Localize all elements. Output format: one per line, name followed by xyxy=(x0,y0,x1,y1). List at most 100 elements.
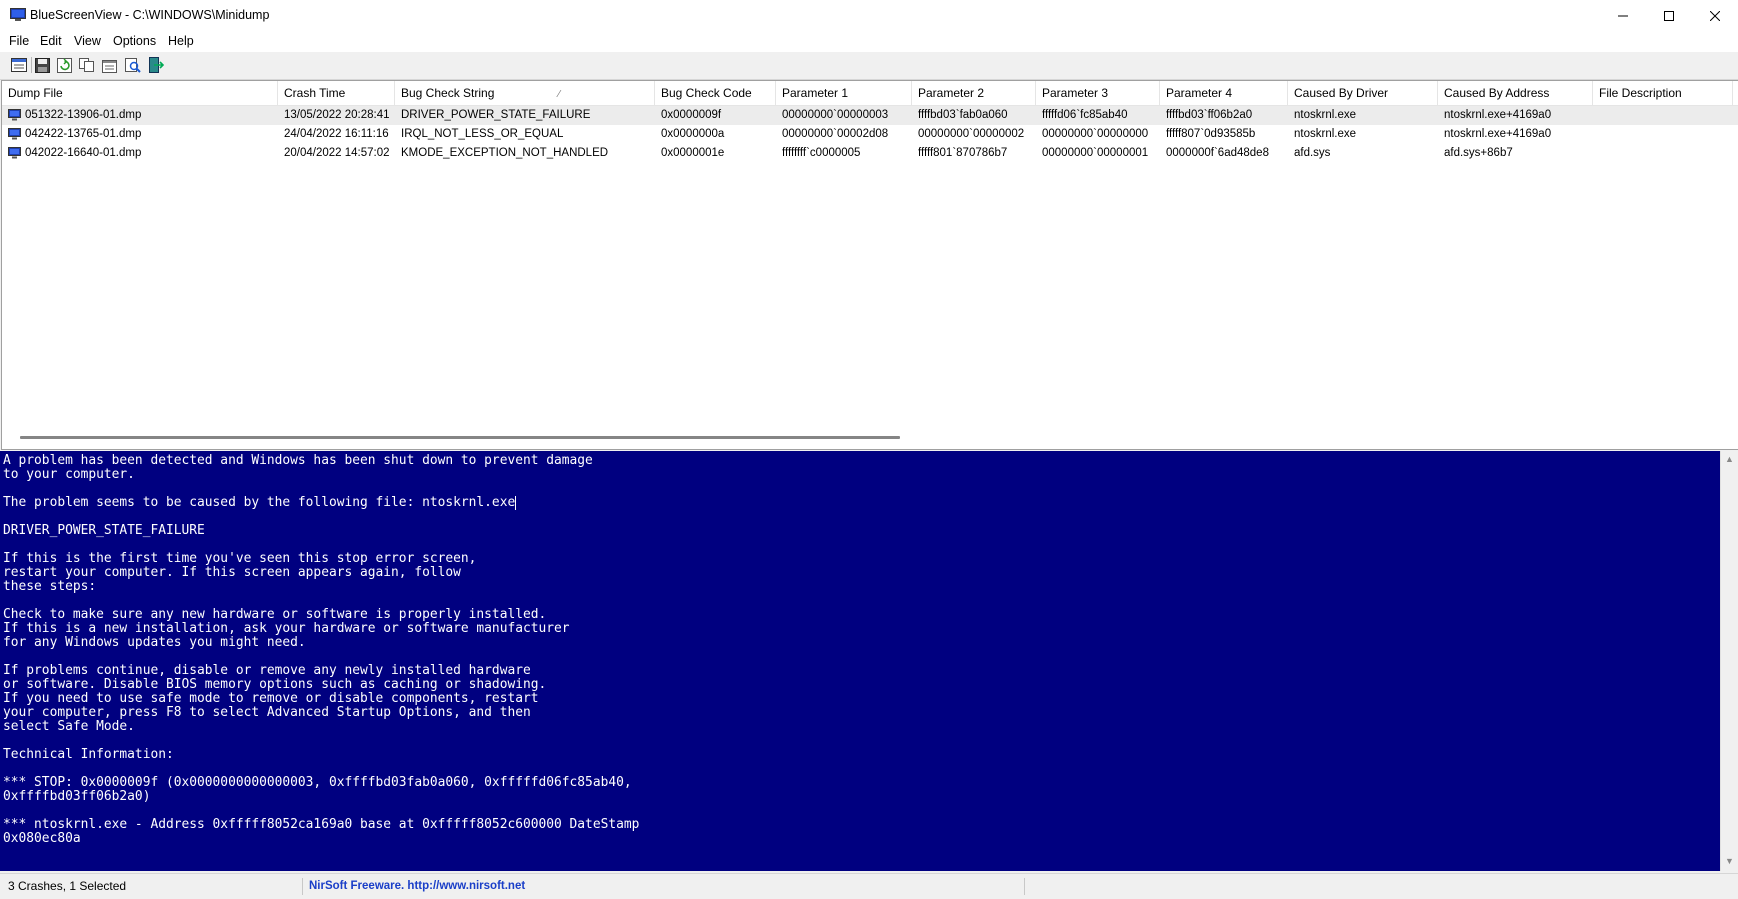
cell-bug-check-string: KMODE_EXCEPTION_NOT_HANDLED xyxy=(401,147,609,159)
window-title: BlueScreenView - C:\WINDOWS\Minidump xyxy=(30,8,270,22)
menu-file[interactable]: File xyxy=(9,34,29,48)
bsod-line: select Safe Mode. xyxy=(3,719,135,734)
status-crash-count: 3 Crashes, 1 Selected xyxy=(8,879,127,893)
column-header-caused-by-driver[interactable]: Caused By Driver xyxy=(1288,81,1438,105)
bsod-line: for any Windows updates you might need. xyxy=(3,635,306,650)
cell-bug-check-code: 0x0000009f xyxy=(661,109,722,121)
column-header-row: Dump File Crash Time Bug Check String ⁄ B… xyxy=(2,81,1738,106)
cell-dump-file: 051322-13906-01.dmp xyxy=(25,109,142,121)
bsod-line: *** STOP: 0x0000009f (0x0000000000000003… xyxy=(3,775,632,790)
dump-file-icon xyxy=(8,128,21,140)
cell-parameter-2: ffffbd03`fab0a060 xyxy=(918,109,1008,121)
bsod-text: A problem has been detected and Windows … xyxy=(0,451,1720,846)
exit-icon[interactable] xyxy=(147,56,165,74)
bsod-line: your computer, press F8 to select Advanc… xyxy=(3,705,531,720)
cell-parameter-3: 00000000`00000001 xyxy=(1042,147,1149,159)
column-header-parameter-1[interactable]: Parameter 1 xyxy=(776,81,912,105)
bsod-line: restart your computer. If this screen ap… xyxy=(3,565,461,580)
bsod-line: If you need to use safe mode to remove o… xyxy=(3,691,539,706)
horizontal-scrollbar[interactable] xyxy=(20,436,900,439)
cell-parameter-4: ffffbd03`ff06b2a0 xyxy=(1166,109,1253,121)
properties-icon[interactable] xyxy=(101,56,119,74)
sort-indicator-icon: ⁄ xyxy=(558,89,561,100)
maximize-button[interactable] xyxy=(1646,0,1692,32)
menu-options[interactable]: Options xyxy=(113,34,156,48)
bsod-line: If this is a new installation, ask your … xyxy=(3,621,570,636)
cell-parameter-1: 00000000`00000003 xyxy=(782,109,889,121)
bsod-line: The problem seems to be caused by the fo… xyxy=(3,495,516,510)
menu-bar: File Edit View Options Help xyxy=(0,32,1738,53)
cell-file-description xyxy=(1593,125,1733,144)
status-bar: 3 Crashes, 1 Selected NirSoft Freeware. … xyxy=(0,873,1738,899)
title-bar: BlueScreenView - C:\WINDOWS\Minidump xyxy=(0,0,1738,32)
bsod-line: Check to make sure any new hardware or s… xyxy=(3,607,547,622)
scroll-up-arrow-icon[interactable]: ▲ xyxy=(1725,454,1734,464)
column-header-bug-check-code[interactable]: Bug Check Code xyxy=(655,81,776,105)
cell-dump-file: 042022-16640-01.dmp xyxy=(25,147,142,159)
nirsoft-link[interactable]: NirSoft Freeware. http://www.nirsoft.net xyxy=(309,874,525,899)
bsod-vertical-scrollbar[interactable]: ▲ ▼ xyxy=(1720,451,1738,871)
status-divider xyxy=(1024,878,1025,895)
cell-dump-file: 042422-13765-01.dmp xyxy=(25,128,142,140)
bluescreenview-app-icon xyxy=(10,8,26,22)
bsod-preview-pane[interactable]: A problem has been detected and Windows … xyxy=(0,451,1720,871)
cell-parameter-4: 0000000f`6ad48de8 xyxy=(1166,147,1269,159)
column-header-parameter-3[interactable]: Parameter 3 xyxy=(1036,81,1160,105)
cell-crash-time: 24/04/2022 16:11:16 xyxy=(284,128,389,140)
cell-caused-by-address: ntoskrnl.exe+4169a0 xyxy=(1444,109,1552,121)
save-icon[interactable] xyxy=(33,56,51,74)
bsod-line: *** ntoskrnl.exe - Address 0xfffff8052ca… xyxy=(3,817,640,832)
cell-caused-by-driver: afd.sys xyxy=(1294,147,1331,159)
bsod-line: If problems continue, disable or remove … xyxy=(3,663,531,678)
bsod-line: these steps: xyxy=(3,579,97,594)
column-header-caused-by-address[interactable]: Caused By Address xyxy=(1438,81,1593,105)
cell-parameter-4: fffff807`0d93585b xyxy=(1166,128,1256,140)
toolbar xyxy=(0,52,1738,80)
cell-parameter-1: ffffffff`c0000005 xyxy=(782,147,861,159)
table-row[interactable]: 051322-13906-01.dmp 13/05/2022 20:28:41 DR… xyxy=(2,106,1738,125)
bsod-line: If this is the first time you've seen th… xyxy=(3,551,477,566)
column-header-parameter-2[interactable]: Parameter 2 xyxy=(912,81,1036,105)
table-row[interactable]: 042022-16640-01.dmp 20/04/2022 14:57:02 KM… xyxy=(2,144,1738,163)
cell-bug-check-string: IRQL_NOT_LESS_OR_EQUAL xyxy=(401,128,564,140)
text-caret xyxy=(515,496,517,510)
bsod-line: A problem has been detected and Windows … xyxy=(3,453,593,468)
cell-bug-check-code: 0x0000001e xyxy=(661,147,725,159)
cell-caused-by-driver: ntoskrnl.exe xyxy=(1294,128,1357,140)
bsod-line: Technical Information: xyxy=(3,747,174,762)
refresh-icon[interactable] xyxy=(55,56,73,74)
menu-edit[interactable]: Edit xyxy=(40,34,62,48)
copy-icon[interactable] xyxy=(78,56,96,74)
minimize-button[interactable] xyxy=(1600,0,1646,32)
status-divider xyxy=(302,878,303,895)
bsod-line: to your computer. xyxy=(3,467,135,482)
table-row[interactable]: 042422-13765-01.dmp 24/04/2022 16:11:16 IR… xyxy=(2,125,1738,144)
find-icon[interactable] xyxy=(124,56,142,74)
cell-caused-by-address: ntoskrnl.exe+4169a0 xyxy=(1444,128,1552,140)
column-header-parameter-4[interactable]: Parameter 4 xyxy=(1160,81,1288,105)
menu-view[interactable]: View xyxy=(74,34,101,48)
column-header-bug-check-string-label: Bug Check String xyxy=(401,86,495,100)
cell-file-description xyxy=(1593,106,1733,125)
bsod-line: or software. Disable BIOS memory options… xyxy=(3,677,547,692)
html-report-icon[interactable] xyxy=(10,56,28,74)
menu-help[interactable]: Help xyxy=(168,34,194,48)
cell-parameter-3: 00000000`00000000 xyxy=(1042,128,1149,140)
cell-file-description xyxy=(1593,144,1733,163)
cell-parameter-3: fffffd06`fc85ab40 xyxy=(1042,109,1128,121)
bsod-line: 0x080ec80a xyxy=(3,831,81,846)
cell-caused-by-address: afd.sys+86b7 xyxy=(1444,147,1513,159)
column-header-bug-check-string[interactable]: Bug Check String ⁄ xyxy=(395,81,655,105)
cell-crash-time: 20/04/2022 14:57:02 xyxy=(284,147,390,159)
cell-crash-time: 13/05/2022 20:28:41 xyxy=(284,109,390,121)
close-button[interactable] xyxy=(1692,0,1738,32)
bsod-line: DRIVER_POWER_STATE_FAILURE xyxy=(3,523,205,538)
dump-file-icon xyxy=(8,147,21,159)
column-header-crash-time[interactable]: Crash Time xyxy=(278,81,395,105)
column-header-dump-file[interactable]: Dump File xyxy=(2,81,278,105)
scroll-down-arrow-icon[interactable]: ▼ xyxy=(1725,856,1734,866)
crash-list[interactable]: Dump File Crash Time Bug Check String ⁄ B… xyxy=(1,80,1738,450)
cell-bug-check-code: 0x0000000a xyxy=(661,128,725,140)
column-header-file-description[interactable]: File Description xyxy=(1593,81,1733,105)
cell-parameter-2: fffff801`870786b7 xyxy=(918,147,1008,159)
